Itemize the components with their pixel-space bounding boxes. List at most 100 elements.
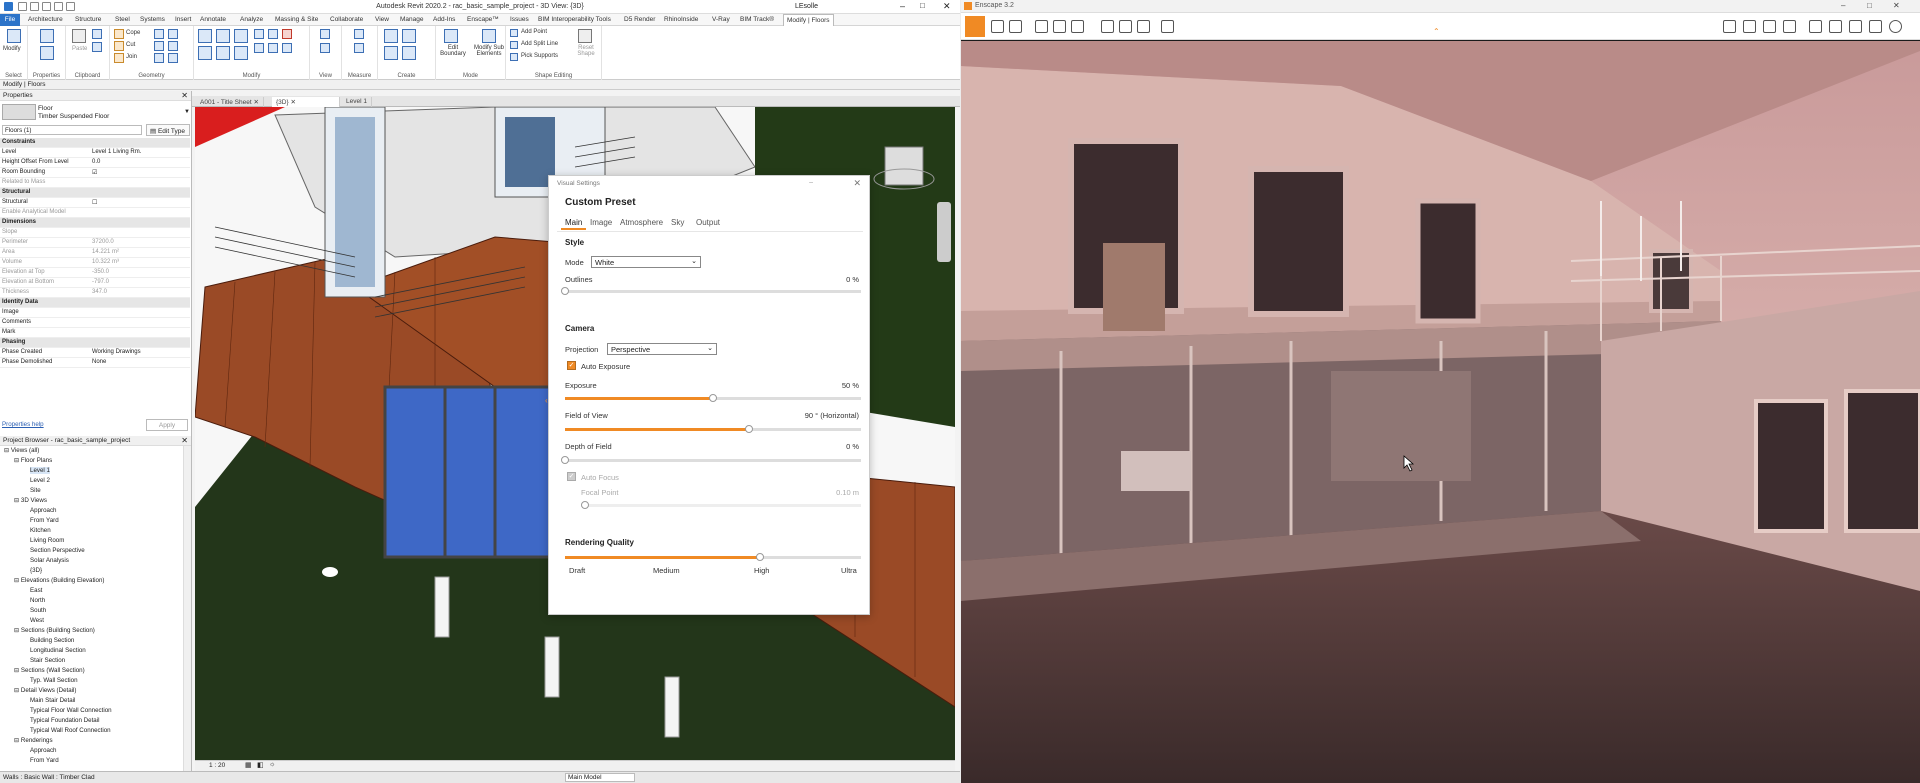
close-browser-icon[interactable]: ✕ xyxy=(181,436,188,445)
maximize-icon[interactable]: □ xyxy=(920,1,925,10)
pin-icon[interactable] xyxy=(282,43,292,53)
quality-draft[interactable]: Draft xyxy=(569,566,585,575)
collapse-icon[interactable]: ⊟ xyxy=(14,627,21,634)
menu-modify-floors[interactable]: Modify | Floors xyxy=(783,14,834,26)
copy-icon[interactable] xyxy=(216,46,230,60)
property-section[interactable]: Dimensions xyxy=(0,218,190,228)
tab-image[interactable]: Image xyxy=(586,217,616,228)
add-split-line-label[interactable]: Add Split Line xyxy=(521,41,558,47)
pick-supports-label[interactable]: Pick Supports xyxy=(521,53,558,59)
quality-medium[interactable]: Medium xyxy=(653,566,680,575)
copy-clip-icon[interactable] xyxy=(92,42,102,52)
browser-view-item[interactable]: Main Stair Detail xyxy=(30,697,75,704)
create-tool-icon[interactable] xyxy=(384,46,398,60)
modify-tool-icon[interactable] xyxy=(254,29,264,39)
view-tool-icon[interactable] xyxy=(320,29,330,39)
property-value[interactable]: None xyxy=(92,359,106,365)
slider-handle[interactable] xyxy=(709,394,717,402)
property-value[interactable]: ☐ xyxy=(92,199,97,206)
browser-folder[interactable]: ⊟ Elevations (Building Elevation) xyxy=(14,577,104,584)
browser-view-item[interactable]: Level 2 xyxy=(30,477,50,484)
menu-vray[interactable]: V-Ray xyxy=(712,16,730,23)
browser-view-item[interactable]: Typical Wall Roof Connection xyxy=(30,727,111,734)
slider-handle[interactable] xyxy=(744,425,753,433)
visual-style-icon[interactable]: ◧ xyxy=(257,761,264,769)
collapse-icon[interactable]: ⊟ xyxy=(4,447,11,454)
browser-view-item[interactable]: Approach xyxy=(30,507,57,514)
projection-select[interactable]: Perspective ⌄ xyxy=(607,343,717,355)
geometry-tool-icon[interactable] xyxy=(154,29,164,39)
outlines-slider[interactable] xyxy=(561,287,861,295)
menu-steel[interactable]: Steel xyxy=(115,16,130,23)
create-tool-icon[interactable] xyxy=(402,46,416,60)
feedback-icon[interactable] xyxy=(1869,20,1882,33)
modify-tool-icon[interactable] xyxy=(268,29,278,39)
slider-handle[interactable] xyxy=(561,456,569,464)
material-editor-icon[interactable] xyxy=(1763,20,1776,33)
properties-help-link[interactable]: Properties help xyxy=(2,421,44,428)
property-value[interactable]: Working Drawings xyxy=(92,349,141,355)
browser-folder[interactable]: ⊟ Renderings xyxy=(14,737,53,744)
align-icon[interactable] xyxy=(198,29,212,43)
collapse-icon[interactable]: ⊟ xyxy=(14,457,21,464)
property-section[interactable]: Structural xyxy=(0,188,190,198)
browser-view-item[interactable]: Typ. Wall Section xyxy=(30,677,78,684)
upload-icon[interactable] xyxy=(1161,20,1174,33)
type-family[interactable]: Floor xyxy=(38,105,53,112)
quality-high[interactable]: High xyxy=(754,566,769,575)
chevron-up-icon[interactable]: ⌃ xyxy=(1433,27,1440,36)
preset-name[interactable]: Custom Preset xyxy=(565,197,636,208)
menu-massing-site[interactable]: Massing & Site xyxy=(275,16,318,23)
menu-architecture[interactable]: Architecture xyxy=(28,16,63,23)
asset-library-icon[interactable] xyxy=(1053,20,1066,33)
grid-icon[interactable] xyxy=(1829,20,1842,33)
type-dropdown-icon[interactable]: ▼ xyxy=(184,109,190,115)
move-icon[interactable] xyxy=(198,46,212,60)
browser-view-item[interactable]: West xyxy=(30,617,44,624)
collapse-icon[interactable]: ⊟ xyxy=(14,667,21,674)
close-icon[interactable]: ✕ xyxy=(853,178,861,189)
menu-systems[interactable]: Systems xyxy=(140,16,165,23)
add-point-icon[interactable] xyxy=(510,29,518,37)
quality-slider[interactable] xyxy=(565,553,861,561)
browser-folder[interactable]: ⊟ Floor Plans xyxy=(14,457,52,464)
edit-boundary-icon[interactable] xyxy=(444,29,458,43)
tab-main[interactable]: Main xyxy=(561,217,587,230)
collapse-icon[interactable]: ⊟ xyxy=(14,687,21,694)
property-value[interactable]: ☑ xyxy=(92,169,97,176)
browser-view-item[interactable]: {3D} xyxy=(30,567,42,574)
sun-path-icon[interactable]: ☼ xyxy=(269,761,275,768)
modify-cursor-icon[interactable] xyxy=(7,29,21,43)
menu-file[interactable]: File xyxy=(0,14,20,26)
modify-sub-elements-icon[interactable] xyxy=(482,29,496,43)
geometry-tool-icon[interactable] xyxy=(154,41,164,51)
browser-folder[interactable]: ⊟ 3D Views xyxy=(14,497,47,504)
batch-render-icon[interactable] xyxy=(1119,20,1132,33)
views-icon[interactable] xyxy=(1723,20,1736,33)
browser-folder[interactable]: ⊟ Sections (Wall Section) xyxy=(14,667,85,674)
focal-point-slider[interactable] xyxy=(581,501,861,509)
browser-folder[interactable]: ⊟ Sections (Building Section) xyxy=(14,627,95,634)
cut-label[interactable]: Cut xyxy=(126,42,135,48)
view-tool-icon[interactable] xyxy=(320,43,330,53)
modify-tool-icon[interactable] xyxy=(268,43,278,53)
gallery-icon[interactable] xyxy=(1743,20,1756,33)
browser-view-item[interactable]: Site xyxy=(30,487,41,494)
dimension-icon[interactable] xyxy=(354,43,364,53)
browser-view-item[interactable]: From Yard xyxy=(30,517,59,524)
collapse-arrow-icon[interactable]: ‹ xyxy=(545,396,548,405)
slider-handle[interactable] xyxy=(756,553,765,561)
browser-view-item[interactable]: Solar Analysis xyxy=(30,557,69,564)
tab-title-sheet[interactable]: A001 - Title Sheet ✕ xyxy=(196,97,264,107)
modify-button-label[interactable]: Modify xyxy=(3,46,21,52)
tab-sky[interactable]: Sky xyxy=(667,217,688,228)
fov-slider[interactable] xyxy=(565,425,861,433)
add-point-label[interactable]: Add Point xyxy=(521,29,547,35)
user-name[interactable]: LEsolle xyxy=(795,3,818,10)
sync-icon[interactable] xyxy=(1009,20,1022,33)
geometry-tool-icon[interactable] xyxy=(168,41,178,51)
browser-view-item[interactable]: Stair Section xyxy=(30,657,65,664)
browser-scrollbar[interactable] xyxy=(183,446,191,771)
browser-view-item[interactable]: Typical Foundation Detail xyxy=(30,717,99,724)
slider-handle[interactable] xyxy=(561,287,569,295)
